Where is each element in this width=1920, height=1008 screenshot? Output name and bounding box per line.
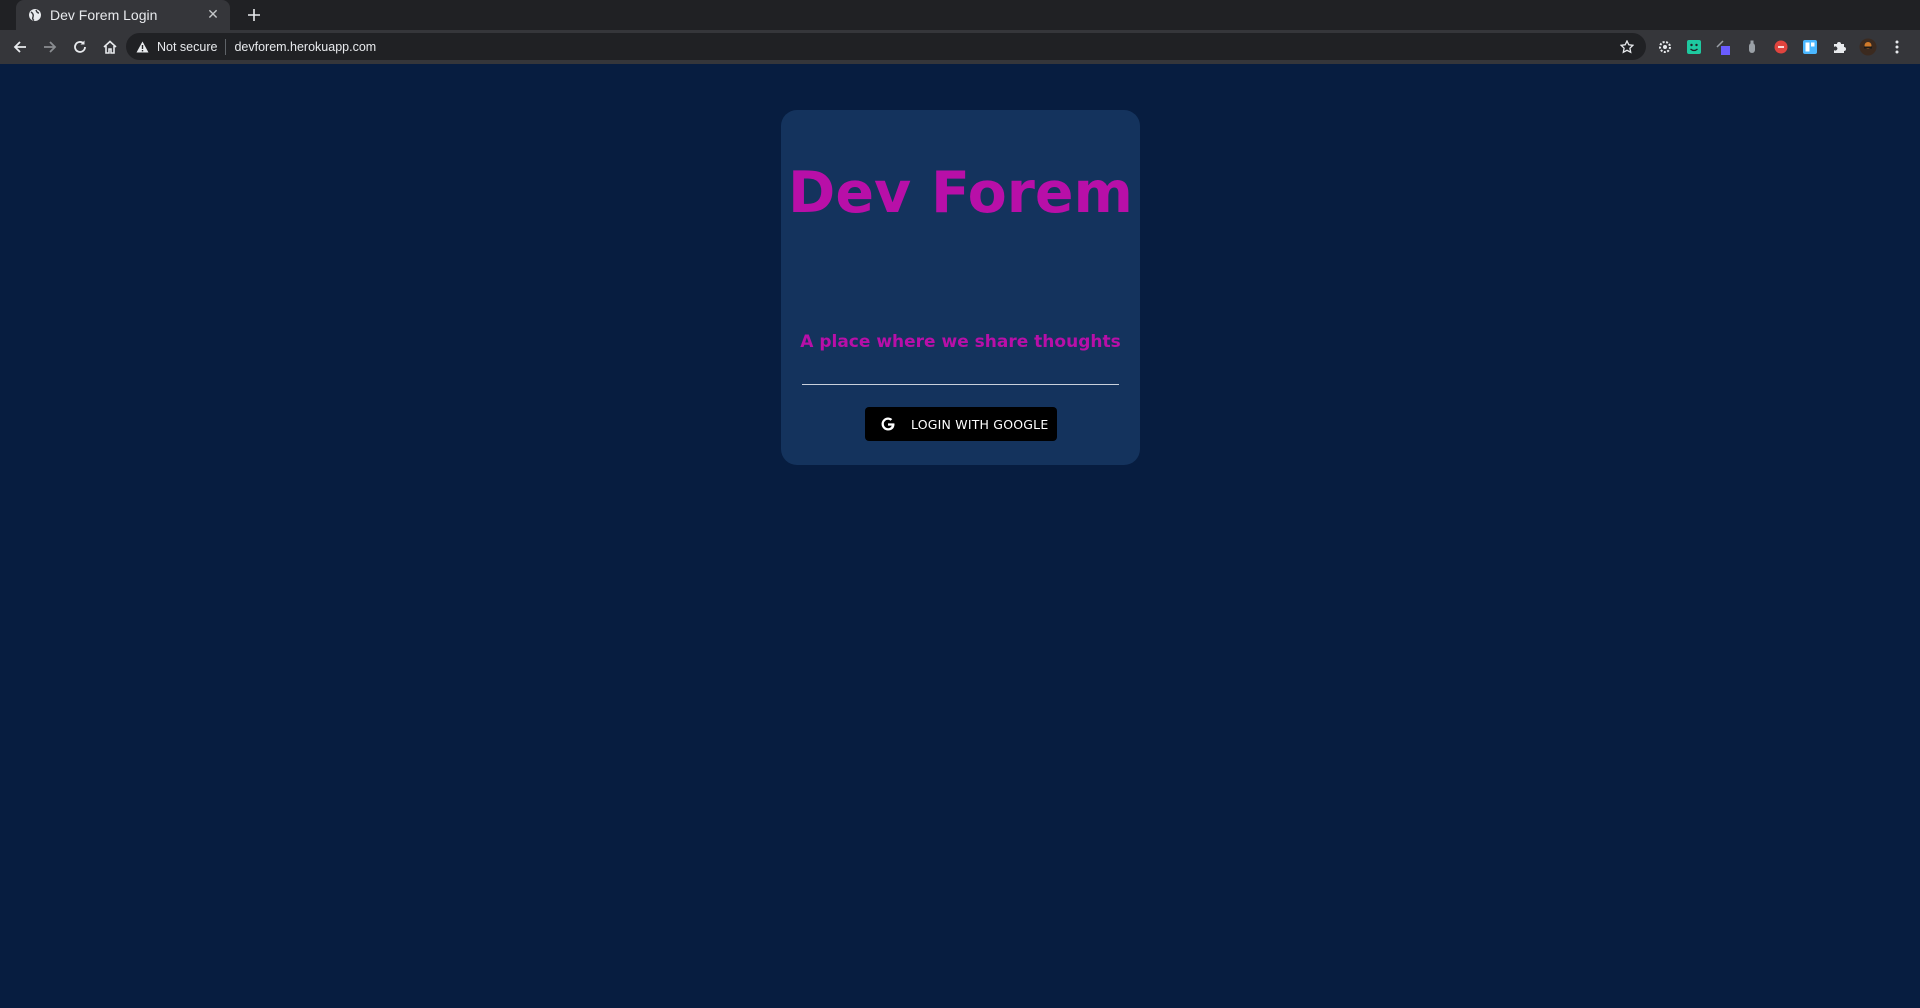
tagline: A place where we share thoughts: [800, 332, 1121, 352]
login-card: Dev Forem A place where we share thought…: [781, 110, 1140, 465]
browser-tab[interactable]: Dev Forem Login ✕: [16, 0, 230, 30]
security-chip[interactable]: Not secure: [136, 40, 217, 54]
security-label: Not secure: [157, 39, 218, 54]
purple-square-extension-icon[interactable]: [1714, 38, 1732, 56]
globe-icon: [28, 8, 42, 22]
divider: [802, 384, 1119, 385]
puzzle-icon[interactable]: [1830, 38, 1848, 56]
forward-button[interactable]: [36, 33, 64, 61]
login-with-google-button[interactable]: LOGIN WITH GOOGLE: [865, 407, 1057, 441]
browser-toolbar: Not secure devforem.herokuapp.com: [0, 30, 1920, 64]
reload-icon: [74, 40, 86, 53]
gear-extension-icon[interactable]: [1656, 38, 1674, 56]
gray-bottle-extension-icon[interactable]: [1743, 38, 1761, 56]
close-icon[interactable]: ✕: [204, 6, 222, 24]
warning-icon: [136, 41, 149, 53]
arrow-left-icon: [13, 41, 26, 53]
page-content: Dev Forem A place where we share thought…: [0, 64, 1920, 1008]
plus-icon[interactable]: [244, 5, 264, 25]
kebab-menu-icon[interactable]: [1888, 38, 1906, 56]
reload-button[interactable]: [66, 33, 94, 61]
browser-chrome: Dev Forem Login ✕ Not secure devforem.he…: [0, 0, 1920, 64]
google-icon: [879, 415, 897, 433]
green-face-extension-icon[interactable]: [1685, 38, 1703, 56]
profile-avatar[interactable]: [1859, 38, 1877, 56]
extensions-area: [1656, 33, 1917, 61]
page-title: Dev Forem: [788, 160, 1133, 226]
tab-title: Dev Forem Login: [50, 7, 158, 23]
omnibox-separator: [225, 38, 227, 55]
login-button-label: LOGIN WITH GOOGLE: [911, 416, 1049, 432]
tab-strip: Dev Forem Login ✕: [0, 0, 1920, 30]
back-button[interactable]: [6, 33, 34, 61]
arrow-right-icon: [44, 41, 57, 53]
url-text[interactable]: devforem.herokuapp.com: [234, 40, 376, 54]
home-icon: [103, 40, 117, 54]
blue-box-extension-icon[interactable]: [1801, 38, 1819, 56]
home-button[interactable]: [96, 33, 124, 61]
address-bar[interactable]: Not secure devforem.herokuapp.com: [126, 33, 1646, 60]
red-circle-extension-icon[interactable]: [1772, 38, 1790, 56]
star-icon[interactable]: [1618, 38, 1636, 56]
